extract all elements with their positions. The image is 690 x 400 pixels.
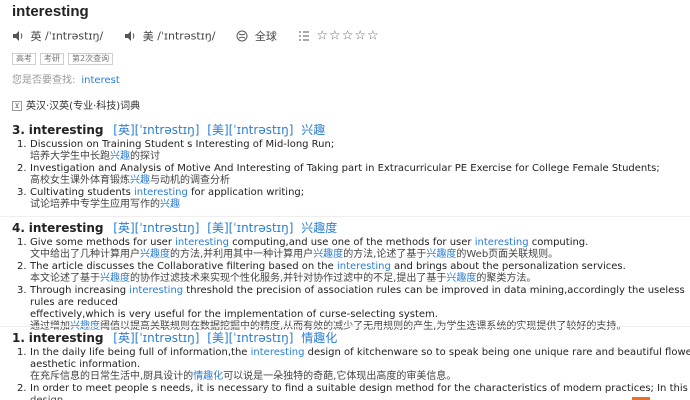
entry: 4. interesting [英][ˈɪntrəstɪŋ] [美][ˈɪntr… [0,219,690,332]
example-en: Discussion on Training Student s Interes… [30,139,335,150]
entry-heading: 1. interesting [英][ˈɪntrəstɪŋ] [美][ˈɪntr… [12,329,337,346]
example-item: 1. In the daily life being full of infor… [17,347,690,382]
entry-heading: 3. interesting [英][ˈɪntrəstɪŋ] [美][ˈɪntr… [12,121,325,138]
entry-word: interesting [28,221,104,235]
example-item: 1. Discussion on Training Student s Inte… [17,139,690,163]
entry-meaning[interactable]: 兴趣度 [301,221,337,235]
example-en-cont: effectively,which is very useful for the… [30,309,438,320]
suggestion: 您是否要查找: interest [12,71,120,86]
tag: 考研 [40,53,64,65]
speaker-icon[interactable] [12,30,24,42]
entry: 1. interesting [英][ˈɪntrəstɪŋ] [美][ˈɪntr… [0,329,690,400]
example-en: The article discusses the Collaborative … [30,261,626,272]
example-en: Give some methods for user interesting c… [30,237,589,248]
example-cn: 试论培养中专学生应用写作的兴趣 [30,199,180,210]
example-item: 3. Cultivating students interesting for … [17,187,690,211]
example-cn: 文中给出了几种计算用户兴趣度的方法,并利用其中一种计算用户兴趣度的方法,论述了基… [30,249,559,260]
uk-phonetic[interactable]: [英][ˈɪntrəstɪŋ] [113,331,199,345]
collapse-icon[interactable]: ⊻ [12,101,22,111]
example-item: 1. Give some methods for user interestin… [17,237,690,261]
entry-meaning[interactable]: 兴趣 [301,123,325,137]
entry-number: 1. [12,331,25,345]
entry: 3. interesting [英][ˈɪntrəstɪŋ] [美][ˈɪntr… [0,121,690,219]
pronunciation-row: 英 /ˈɪntrəstɪŋ/ 美 /ˈɪntrəstɪŋ/ 全球 ☆☆☆☆☆ [12,28,380,44]
us-phonetic[interactable]: [美][ˈɪntrəstɪŋ] [207,331,293,345]
global-label[interactable]: 全球 [255,30,277,43]
suggest-label: 您是否要查找: [12,75,76,86]
example-cn: 本文论述了基于兴趣度的协作过滤技术来实现个性化服务,并针对协作过滤中的不足,提出… [30,273,537,284]
example-en-cont: aesthetic information. [30,359,141,370]
entry-word: interesting [28,331,104,345]
global-icon[interactable] [236,30,248,42]
example-en: In order to meet people s needs, it is n… [30,383,690,394]
list-icon[interactable] [298,30,310,42]
example-en: Through increasing interesting threshold… [30,285,685,308]
section-title: 英汉·汉英(专业·科技)词典 [26,101,141,112]
example-en: Investigation and Analysis of Motive And… [30,163,660,174]
rating-stars: ☆☆☆☆☆ [316,28,380,44]
example-item: 2. In order to meet people s needs, it i… [17,383,690,400]
example-list: 1. In the daily life being full of infor… [17,347,690,400]
divider [0,216,690,217]
tag: 第2次查询 [68,53,114,65]
divider [0,326,690,327]
us-phonetic[interactable]: [美][ˈɪntrəstɪŋ] [207,123,293,137]
us-phonetic: /ˈɪntrəstɪŋ/ [157,29,216,43]
example-en: Cultivating students interesting for app… [30,187,305,198]
speaker-icon[interactable] [124,30,136,42]
uk-phonetic: /ˈɪntrəstɪŋ/ [45,29,104,43]
entry-meaning[interactable]: 情趣化 [301,331,337,345]
headword: interesting [12,3,89,20]
example-list: 1. Give some methods for user interestin… [17,237,690,333]
example-cn: 培养大学生中长跑兴趣的探讨 [30,151,160,162]
us-phonetic[interactable]: [美][ˈɪntrəstɪŋ] [207,221,293,235]
entry-word: interesting [28,123,104,137]
uk-phonetic[interactable]: [英][ˈɪntrəstɪŋ] [113,123,199,137]
tag: 高考 [12,53,36,65]
example-cn: 高校女生课外体育锻炼兴趣与动机的调查分析 [30,175,230,186]
example-list: 1. Discussion on Training Student s Inte… [17,139,690,211]
entry-heading: 4. interesting [英][ˈɪntrəstɪŋ] [美][ˈɪntr… [12,219,337,236]
suggest-link[interactable]: interest [81,75,119,86]
example-cn: 在充斥信息的日常生活中,厨具设计的情趣化可以说是一朵独特的奇葩,它体现出高度的审… [30,371,457,382]
example-cn: design [30,395,690,400]
example-item: 2. Investigation and Analysis of Motive … [17,163,690,187]
uk-label: 英 [30,30,42,43]
entry-number: 4. [12,221,25,235]
example-item: 2. The article discusses the Collaborati… [17,261,690,285]
exam-tags: 高考 考研 第2次查询 [12,51,117,65]
dictionary-content: 3. interesting [英][ˈɪntrəstɪŋ] [美][ˈɪntr… [0,118,690,400]
us-label: 美 [142,30,154,43]
uk-phonetic[interactable]: [英][ˈɪntrəstɪŋ] [113,221,199,235]
section-toggle[interactable]: ⊻ 英汉·汉英(专业·科技)词典 [12,97,140,112]
entry-number: 3. [12,123,25,137]
example-en: In the daily life being full of informat… [30,347,690,358]
